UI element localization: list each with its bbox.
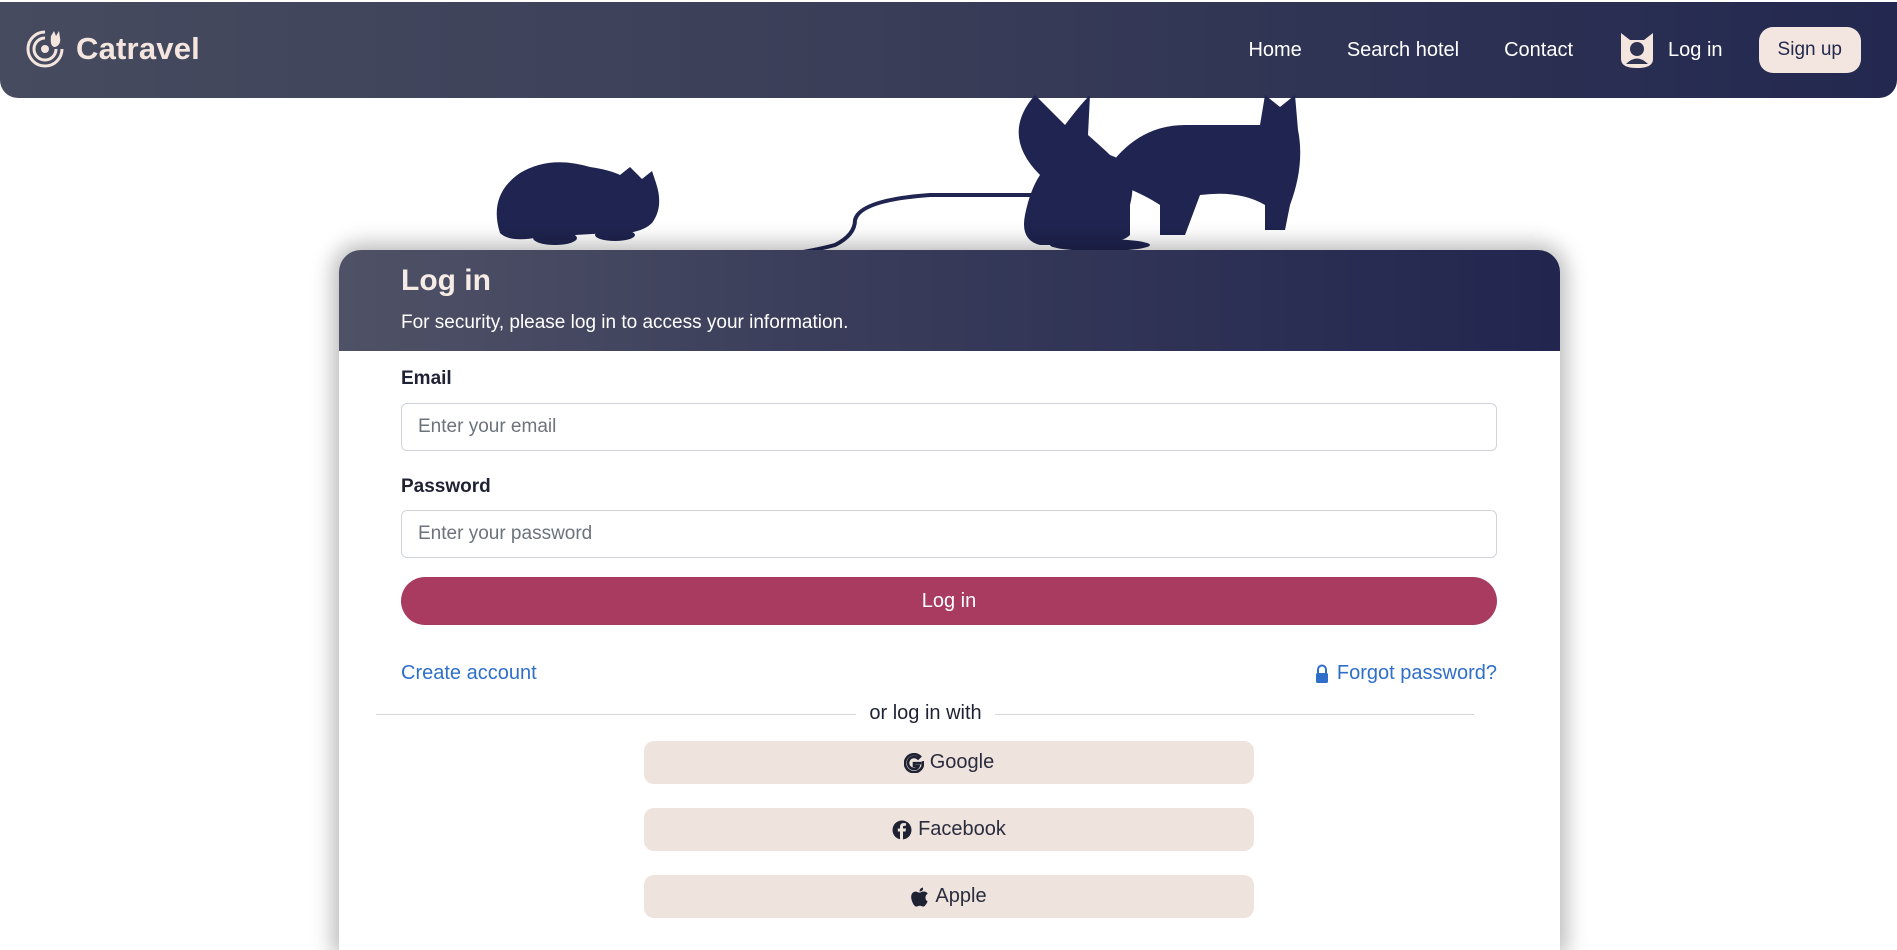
social-divider: or log in with [339, 702, 1512, 725]
login-subtitle: For security, please log in to access yo… [401, 312, 849, 333]
cat-avatar-icon [1621, 33, 1654, 68]
brand-name: Catravel [76, 31, 200, 66]
facebook-login-button[interactable]: Facebook [644, 808, 1254, 851]
forgot-password-label: Forgot password? [1336, 662, 1497, 684]
signup-button[interactable]: Sign up [1758, 27, 1861, 73]
social-divider-label: or log in with [856, 702, 995, 724]
nav-login-link[interactable]: Log in [1618, 31, 1723, 69]
create-account-link[interactable]: Create account [401, 662, 537, 685]
google-icon [903, 752, 924, 773]
nav-search-hotel-link[interactable]: Search hotel [1347, 39, 1459, 62]
google-login-button[interactable]: Google [644, 741, 1254, 784]
nav-contact-link[interactable]: Contact [1504, 39, 1573, 62]
top-navbar: Catravel Home Search hotel Contact Log i… [0, 2, 1897, 98]
login-submit-button[interactable]: Log in [401, 577, 1497, 625]
forgot-password-link[interactable]: Forgot password? [1315, 662, 1497, 685]
password-input[interactable] [401, 510, 1497, 558]
google-login-label: Google [929, 751, 995, 773]
login-title: Log in [401, 264, 491, 297]
lock-icon [1315, 664, 1328, 683]
password-label: Password [401, 476, 491, 497]
nav-links: Home Search hotel Contact Log in Sign up [1248, 2, 1861, 98]
brand-home-link[interactable]: Catravel [24, 28, 200, 70]
apple-login-label: Apple [935, 885, 987, 907]
cat-radar-logo-icon [26, 30, 64, 68]
nav-login-label: Log in [1668, 38, 1723, 61]
facebook-login-label: Facebook [918, 818, 1006, 840]
nav-home-link[interactable]: Home [1248, 39, 1301, 62]
email-label: Email [401, 368, 452, 389]
email-input[interactable] [401, 403, 1497, 451]
apple-login-button[interactable]: Apple [644, 875, 1254, 918]
login-card-header: Log in For security, please log in to ac… [339, 250, 1560, 351]
apple-icon [911, 887, 929, 907]
login-card: Log in For security, please log in to ac… [339, 250, 1560, 950]
facebook-icon [892, 820, 912, 840]
